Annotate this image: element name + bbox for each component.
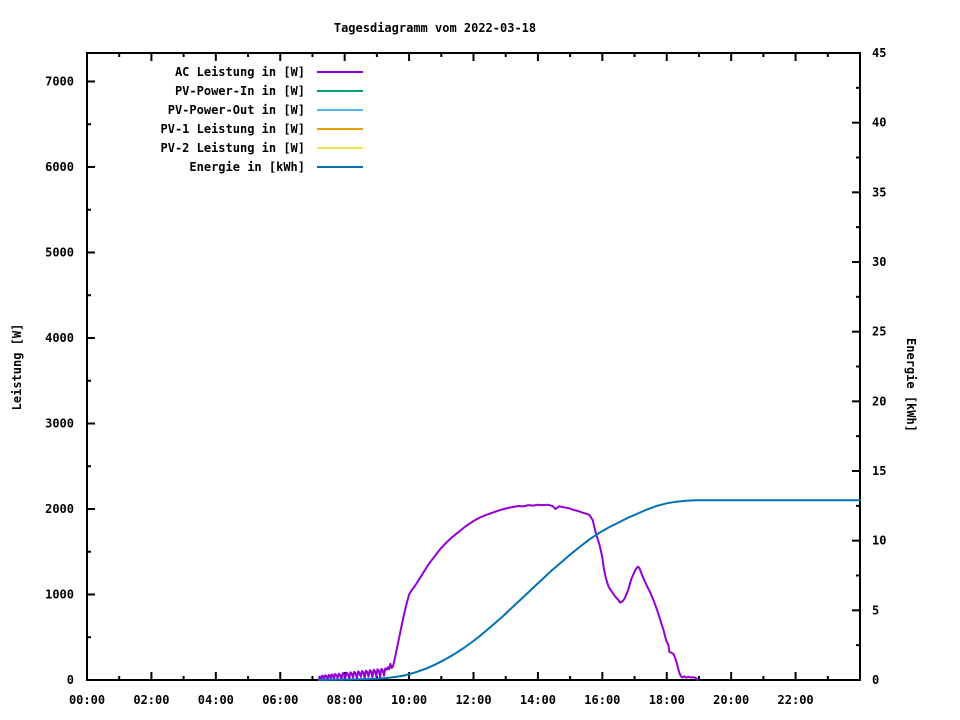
legend-entry: PV-Power-In in [W] [90, 81, 363, 100]
y2-tick-label: 0 [872, 673, 879, 687]
y-tick-label: 2000 [45, 502, 74, 516]
y2-tick-label: 20 [872, 394, 886, 408]
legend-line-sample [317, 108, 363, 111]
legend: AC Leistung in [W] PV-Power-In in [W] PV-P… [90, 62, 363, 176]
x-tick-label: 02:00 [133, 693, 169, 707]
y-tick-label: 6000 [45, 160, 74, 174]
legend-entry: PV-Power-Out in [W] [90, 100, 363, 119]
x-tick-label: 08:00 [327, 693, 363, 707]
x-tick-label: 20:00 [713, 693, 749, 707]
y2-tick-label: 10 [872, 534, 886, 548]
legend-label: PV-2 Leistung in [W] [160, 140, 306, 155]
legend-line-sample [317, 127, 363, 130]
x-tick-label: 22:00 [778, 693, 814, 707]
legend-label: AC Leistung in [W] [174, 64, 305, 79]
legend-entry: Energie in [kWh] [90, 157, 363, 176]
legend-entry: AC Leistung in [W] [90, 62, 363, 81]
y2-tick-label: 30 [872, 255, 886, 269]
legend-label: Energie in [kWh] [189, 159, 305, 174]
y-tick-label: 3000 [45, 416, 74, 430]
legend-label: PV-1 Leistung in [W] [160, 121, 306, 136]
y-tick-label: 7000 [45, 74, 74, 88]
legend-label: PV-Power-Out in [W] [167, 102, 305, 117]
y2-tick-label: 45 [872, 46, 886, 60]
y-tick-label: 1000 [45, 587, 74, 601]
series-energie-in-kwh [317, 499, 861, 681]
legend-line-sample [317, 146, 363, 149]
x-tick-label: 00:00 [69, 693, 105, 707]
y2-tick-label: 35 [872, 185, 886, 199]
y-tick-label: 0 [67, 673, 74, 687]
x-tick-label: 12:00 [455, 693, 491, 707]
x-tick-label: 04:00 [198, 693, 234, 707]
x-tick-label: 14:00 [520, 693, 556, 707]
series-ac-leistung-in-w [317, 503, 699, 681]
y-tick-label: 5000 [45, 245, 74, 259]
legend-entry: PV-2 Leistung in [W] [90, 138, 363, 157]
x-tick-label: 18:00 [649, 693, 685, 707]
y2-tick-label: 5 [872, 603, 879, 617]
chart-container: Tagesdiagramm vom 2022-03-18 Leistung [W… [0, 0, 960, 720]
x-tick-label: 10:00 [391, 693, 427, 707]
y2-tick-label: 15 [872, 464, 886, 478]
legend-label: PV-Power-In in [W] [174, 83, 305, 98]
legend-entry: PV-1 Leistung in [W] [90, 119, 363, 138]
y-tick-label: 4000 [45, 331, 74, 345]
legend-line-sample [317, 165, 363, 168]
x-tick-label: 16:00 [584, 693, 620, 707]
x-tick-label: 06:00 [262, 693, 298, 707]
y2-tick-label: 40 [872, 116, 886, 130]
y2-tick-label: 25 [872, 325, 886, 339]
legend-line-sample [317, 70, 363, 73]
legend-line-sample [317, 89, 363, 92]
